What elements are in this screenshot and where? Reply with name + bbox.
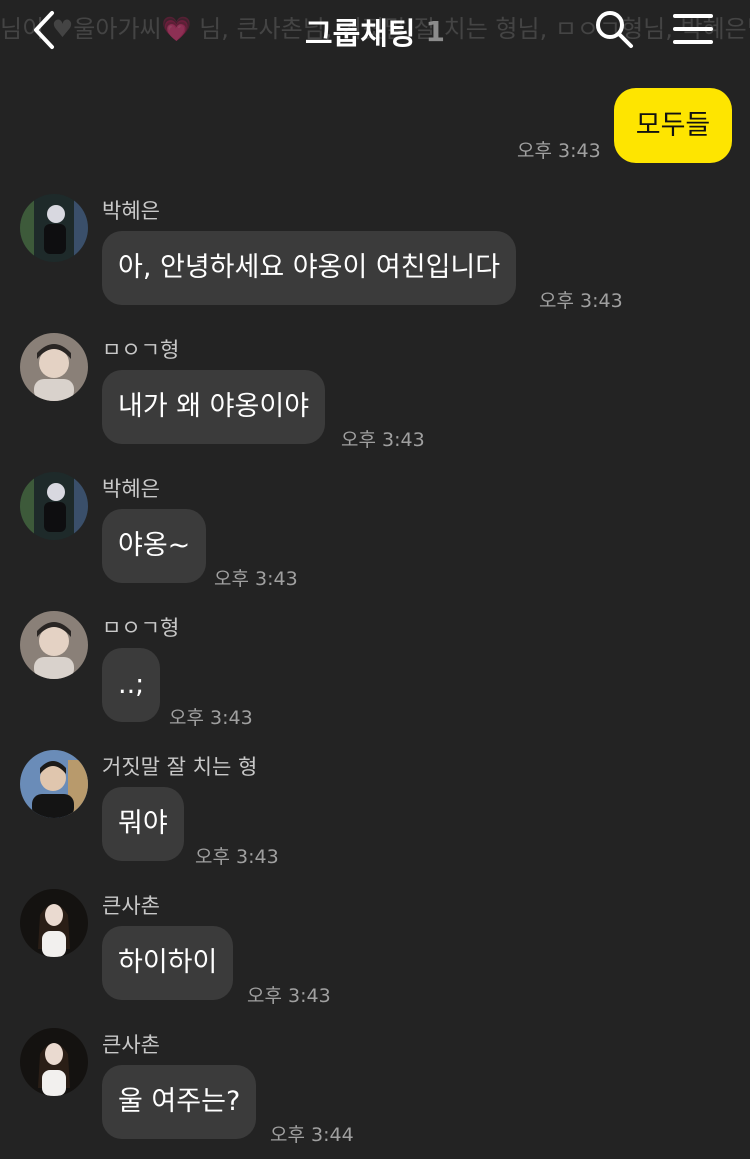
message-bubble[interactable]: 아, 안녕하세요 야옹이 여친입니다	[102, 231, 517, 305]
message-time: 오후 3:43	[539, 290, 623, 312]
sender-name: ㅁㅇㄱ형	[102, 616, 180, 640]
sender-name: 거짓말 잘 치는 형	[102, 755, 258, 779]
chat-header: 님이 ♥울아가씨💗 님, 큰사촌님, 거짓말 잘 치는 형님, ㅁㅇㄱ형님, 박…	[0, 0, 750, 60]
message-time: 오후 3:43	[214, 568, 298, 590]
sender-name: 박혜은	[102, 477, 160, 501]
avatar[interactable]	[20, 472, 88, 540]
message-time: 오후 3:43	[517, 140, 601, 162]
sender-name: ㅁㅇㄱ형	[102, 338, 180, 362]
message-bubble[interactable]: 울 여주는?	[102, 1065, 257, 1139]
avatar[interactable]	[20, 194, 88, 262]
menu-button[interactable]	[672, 12, 714, 46]
avatar[interactable]	[20, 333, 88, 401]
message-time: 오후 3:43	[195, 846, 279, 868]
message-bubble[interactable]: 내가 왜 야옹이야	[102, 370, 326, 444]
back-button[interactable]	[28, 8, 62, 52]
message-bubble[interactable]: 하이하이	[102, 926, 234, 1000]
hamburger-menu-icon	[673, 14, 713, 44]
avatar[interactable]	[20, 611, 88, 679]
message-bubble[interactable]: ..;	[102, 648, 161, 722]
chat-screen: 님이 ♥울아가씨💗 님, 큰사촌님, 거짓말 잘 치는 형님, ㅁㅇㄱ형님, 박…	[0, 0, 750, 1159]
avatar[interactable]	[20, 750, 88, 818]
message-time: 오후 3:43	[341, 429, 425, 451]
sender-name: 큰사촌	[102, 1033, 160, 1057]
message-bubble[interactable]: 뭐야	[102, 787, 184, 861]
message-bubble[interactable]: 야옹~	[102, 509, 207, 583]
search-button[interactable]	[594, 9, 634, 49]
sender-name: 큰사촌	[102, 894, 160, 918]
message-time: 오후 3:43	[169, 707, 253, 729]
message-time: 오후 3:43	[247, 985, 331, 1007]
message-time: 오후 3:44	[270, 1124, 354, 1146]
search-icon	[596, 11, 633, 48]
participants-ticker: 님이 ♥울아가씨💗 님, 큰사촌님, 거짓말 잘 치는 형님, ㅁㅇㄱ형님, 박…	[0, 15, 750, 43]
chevron-left-icon	[34, 11, 54, 49]
avatar[interactable]	[20, 1028, 88, 1096]
avatar[interactable]	[20, 889, 88, 957]
sender-name: 박혜은	[102, 199, 160, 223]
my-message-bubble[interactable]: 모두들	[614, 88, 732, 163]
